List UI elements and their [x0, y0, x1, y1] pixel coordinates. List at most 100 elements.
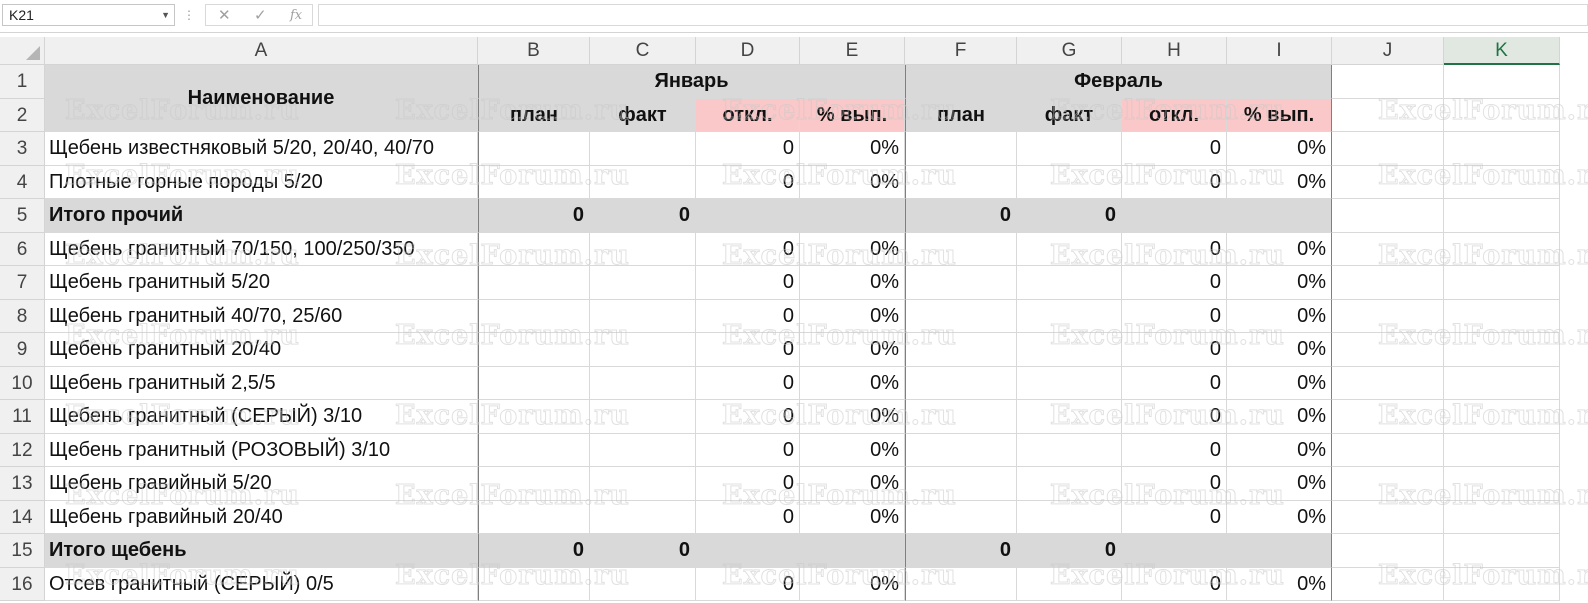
value-cell[interactable]: 0	[696, 567, 800, 601]
value-cell[interactable]: 0%	[1227, 567, 1332, 601]
value-cell[interactable]	[696, 534, 800, 568]
header-sub-cell[interactable]: факт	[1017, 98, 1122, 132]
formula-input[interactable]	[318, 4, 1588, 26]
value-cell[interactable]	[478, 366, 590, 400]
row-header-2[interactable]: 2	[0, 98, 45, 132]
total-row-label[interactable]: Итого прочий	[45, 199, 478, 233]
value-cell[interactable]: 0	[1122, 400, 1227, 434]
empty-cell[interactable]	[1444, 534, 1560, 568]
column-header-h[interactable]: H	[1122, 37, 1227, 65]
value-cell[interactable]	[590, 266, 696, 300]
item-name-cell[interactable]: Щебень гравийный 5/20	[45, 467, 478, 501]
column-header-d[interactable]: D	[696, 37, 800, 65]
item-name-cell[interactable]: Щебень известняковый 5/20, 20/40, 40/70	[45, 132, 478, 166]
row-header-1[interactable]: 1	[0, 65, 45, 99]
value-cell[interactable]: 0	[1122, 266, 1227, 300]
value-cell[interactable]	[905, 500, 1017, 534]
value-cell[interactable]	[478, 165, 590, 199]
value-cell[interactable]: 0%	[800, 366, 905, 400]
header-january-cell[interactable]: Январь	[478, 65, 905, 99]
value-cell[interactable]: 0	[1122, 433, 1227, 467]
empty-cell[interactable]	[1444, 500, 1560, 534]
value-cell[interactable]: 0	[696, 467, 800, 501]
row-header-5[interactable]: 5	[0, 199, 45, 233]
empty-cell[interactable]	[1444, 199, 1560, 233]
value-cell[interactable]	[1017, 165, 1122, 199]
select-all-corner[interactable]	[0, 37, 45, 65]
empty-cell[interactable]	[1444, 400, 1560, 434]
header-sub-cell[interactable]: факт	[590, 98, 696, 132]
empty-cell[interactable]	[1332, 98, 1444, 132]
empty-cell[interactable]	[1332, 400, 1444, 434]
header-sub-cell[interactable]: % вып.	[800, 98, 905, 132]
column-header-j[interactable]: J	[1332, 37, 1444, 65]
value-cell[interactable]	[905, 333, 1017, 367]
value-cell[interactable]: 0	[1122, 467, 1227, 501]
item-name-cell[interactable]: Отсев гранитный (СЕРЫЙ) 0/5	[45, 567, 478, 601]
empty-cell[interactable]	[1444, 366, 1560, 400]
value-cell[interactable]: 0%	[1227, 366, 1332, 400]
value-cell[interactable]	[905, 366, 1017, 400]
value-cell[interactable]: 0%	[1227, 165, 1332, 199]
cancel-icon[interactable]: ✕	[218, 6, 231, 24]
enter-icon[interactable]: ✓	[254, 6, 267, 24]
value-cell[interactable]	[478, 132, 590, 166]
value-cell[interactable]	[1017, 366, 1122, 400]
value-cell[interactable]	[1017, 567, 1122, 601]
value-cell[interactable]: 0	[696, 266, 800, 300]
value-cell[interactable]: 0	[905, 199, 1017, 233]
value-cell[interactable]: 0	[590, 199, 696, 233]
empty-cell[interactable]	[1444, 165, 1560, 199]
empty-cell[interactable]	[1444, 65, 1560, 99]
empty-cell[interactable]	[1444, 266, 1560, 300]
chevron-down-icon[interactable]: ▼	[161, 5, 170, 25]
value-cell[interactable]: 0%	[1227, 132, 1332, 166]
total-row-label[interactable]: Итого щебень	[45, 534, 478, 568]
value-cell[interactable]: 0%	[800, 266, 905, 300]
empty-cell[interactable]	[1444, 98, 1560, 132]
empty-cell[interactable]	[1332, 500, 1444, 534]
row-header-13[interactable]: 13	[0, 467, 45, 501]
value-cell[interactable]	[478, 433, 590, 467]
value-cell[interactable]	[478, 400, 590, 434]
empty-cell[interactable]	[1332, 366, 1444, 400]
header-sub-cell[interactable]: % вып.	[1227, 98, 1332, 132]
value-cell[interactable]: 0	[905, 534, 1017, 568]
row-header-12[interactable]: 12	[0, 433, 45, 467]
more-options-icon[interactable]: ⋮	[183, 8, 195, 22]
value-cell[interactable]: 0	[696, 232, 800, 266]
value-cell[interactable]	[1017, 299, 1122, 333]
value-cell[interactable]	[590, 467, 696, 501]
value-cell[interactable]	[905, 467, 1017, 501]
value-cell[interactable]	[590, 567, 696, 601]
value-cell[interactable]	[905, 132, 1017, 166]
empty-cell[interactable]	[1332, 534, 1444, 568]
value-cell[interactable]	[590, 132, 696, 166]
value-cell[interactable]: 0	[696, 299, 800, 333]
empty-cell[interactable]	[1444, 132, 1560, 166]
value-cell[interactable]	[1227, 534, 1332, 568]
value-cell[interactable]: 0	[696, 333, 800, 367]
value-cell[interactable]: 0%	[1227, 467, 1332, 501]
value-cell[interactable]	[1122, 199, 1227, 233]
item-name-cell[interactable]: Щебень гранитный 5/20	[45, 266, 478, 300]
value-cell[interactable]	[905, 266, 1017, 300]
empty-cell[interactable]	[1332, 467, 1444, 501]
row-header-16[interactable]: 16	[0, 567, 45, 601]
value-cell[interactable]: 0%	[800, 400, 905, 434]
value-cell[interactable]: 0	[1122, 500, 1227, 534]
value-cell[interactable]: 0%	[800, 165, 905, 199]
value-cell[interactable]: 0	[1122, 132, 1227, 166]
empty-cell[interactable]	[1332, 232, 1444, 266]
empty-cell[interactable]	[1444, 567, 1560, 601]
row-header-6[interactable]: 6	[0, 232, 45, 266]
empty-cell[interactable]	[1332, 165, 1444, 199]
value-cell[interactable]: 0	[1122, 366, 1227, 400]
row-header-3[interactable]: 3	[0, 132, 45, 166]
value-cell[interactable]: 0%	[1227, 232, 1332, 266]
value-cell[interactable]: 0%	[800, 333, 905, 367]
value-cell[interactable]: 0%	[1227, 299, 1332, 333]
value-cell[interactable]	[696, 199, 800, 233]
header-sub-cell[interactable]: план	[905, 98, 1017, 132]
value-cell[interactable]	[590, 366, 696, 400]
